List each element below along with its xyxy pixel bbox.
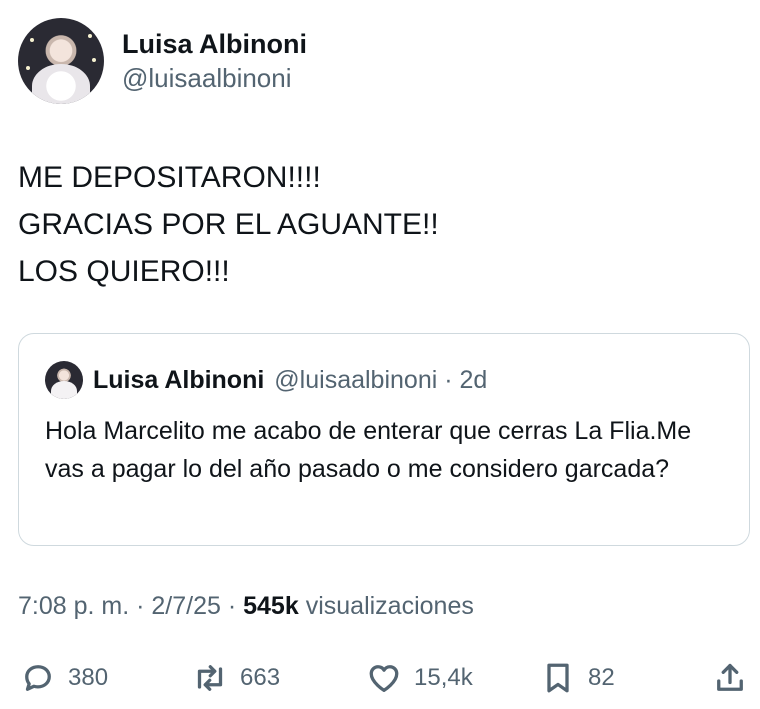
tweet-line: LOS QUIERO!!!	[18, 255, 230, 288]
like-button[interactable]: 15,4k	[366, 655, 473, 701]
heart-icon	[369, 665, 399, 692]
avatar-sparkle	[88, 34, 92, 38]
tweet-time[interactable]: 7:08 p. m.	[18, 592, 129, 620]
tweet-date[interactable]: 2/7/25	[151, 592, 221, 620]
author-names: Luisa Albinoni @luisaalbinoni	[122, 27, 307, 95]
reply-icon	[25, 665, 51, 691]
dot-separator: ·	[129, 592, 152, 620]
author-display-name[interactable]: Luisa Albinoni	[122, 27, 307, 61]
quoted-tweet-age: 2d	[459, 365, 488, 394]
quoted-author-avatar	[45, 361, 83, 399]
bookmark-button[interactable]: 82	[540, 655, 615, 701]
like-count: 15,4k	[414, 664, 473, 691]
quoted-tweet-text: Hola Marcelito me acabo de enterar que c…	[45, 417, 692, 483]
share-button[interactable]	[712, 655, 748, 701]
quoted-handle-text: @luisaalbinoni	[274, 365, 438, 394]
repost-button[interactable]: 663	[192, 655, 280, 701]
reply-count: 380	[68, 664, 109, 691]
dot-separator: ·	[220, 592, 244, 620]
author-handle[interactable]: @luisaalbinoni	[122, 61, 307, 95]
avatar-sparkle	[92, 58, 96, 62]
action-bar: 380 663 15,4k 82	[0, 655, 760, 701]
tweet-meta: 7:08 p. m. · 2/7/25 · 545k visualizacion…	[18, 592, 474, 621]
repost-icon	[197, 665, 223, 691]
reply-button[interactable]: 380	[20, 655, 108, 701]
dot-separator: ·	[437, 365, 460, 394]
quoted-author-handle: @luisaalbinoni · 2d	[274, 366, 487, 395]
quoted-tweet-header: Luisa Albinoni @luisaalbinoni · 2d	[45, 360, 487, 400]
tweet-line: GRACIAS POR EL AGUANTE!!	[18, 208, 439, 241]
author-avatar[interactable]	[18, 18, 104, 104]
views-label: visualizaciones	[305, 592, 474, 620]
views-count: 545k	[243, 592, 299, 620]
quoted-tweet-card[interactable]: Luisa Albinoni @luisaalbinoni · 2d Hola …	[18, 333, 750, 546]
tweet-text: ME DEPOSITARON!!!! GRACIAS POR EL AGUANT…	[18, 154, 439, 295]
avatar-sparkle	[26, 66, 30, 70]
tweet-header: Luisa Albinoni @luisaalbinoni	[18, 16, 307, 106]
quoted-author-display-name: Luisa Albinoni	[93, 365, 265, 394]
share-icon	[717, 663, 743, 691]
bookmark-count: 82	[588, 664, 615, 691]
tweet-line: ME DEPOSITARON!!!!	[18, 161, 321, 194]
bookmark-icon	[547, 663, 569, 693]
avatar-sparkle	[30, 38, 34, 42]
repost-count: 663	[240, 664, 281, 691]
